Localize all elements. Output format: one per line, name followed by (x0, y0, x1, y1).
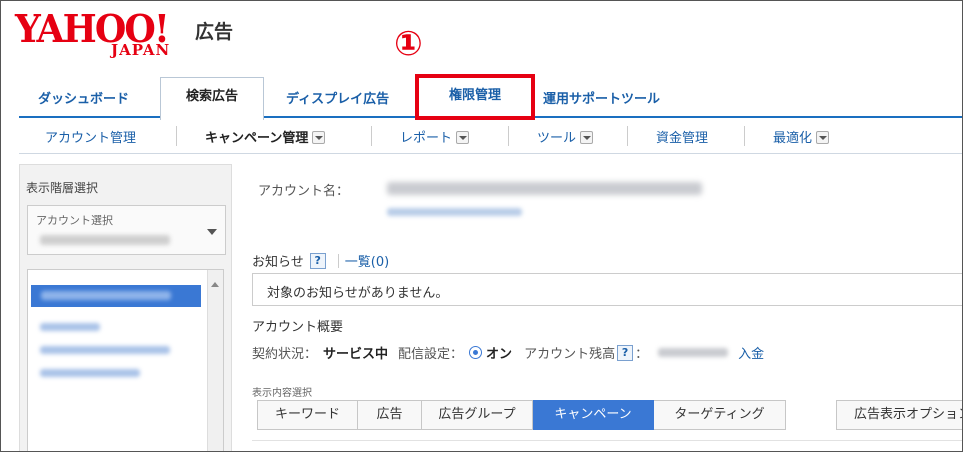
chevron-down-icon (312, 131, 326, 144)
campaign-tree (27, 269, 224, 451)
logo-ad-text: 広告 (195, 21, 234, 43)
hierarchy-panel-title: 表示階層選択 (26, 181, 99, 195)
tab-dashboard[interactable]: ダッシュボード (38, 83, 129, 118)
app-window: YAHOO! JAPAN 広告 ① ダッシュボード 検索広告 ディスプレイ広告 … (0, 0, 963, 452)
delivery-setting-value: オン (486, 347, 513, 362)
account-balance-label: アカウント残高 (524, 347, 616, 362)
subnav-account-management[interactable]: アカウント管理 (45, 127, 136, 146)
display-tab-ad-extensions[interactable]: 広告表示オプション (836, 400, 962, 430)
subnav-campaign-management[interactable]: キャンペーン管理 (205, 127, 326, 146)
subnav-tools[interactable]: ツール (537, 127, 594, 146)
balance-colon: ： (635, 347, 649, 362)
subnav-label: アカウント管理 (45, 131, 137, 146)
account-select-label: アカウント選択 (36, 214, 113, 227)
tab-display-ads[interactable]: ディスプレイ広告 (286, 83, 389, 118)
annotation-marker: ① (394, 24, 423, 64)
chevron-down-icon (816, 131, 830, 144)
subnav-fund-management[interactable]: 資金管理 (656, 127, 708, 146)
account-status-row: 契約状況： サービス中 配信設定： オン アカウント残高 ? ： 入金 (252, 343, 764, 362)
account-settings-link-redacted[interactable] (387, 208, 522, 216)
deposit-link[interactable]: 入金 (738, 343, 764, 362)
subnav-optimization[interactable]: 最適化 (773, 127, 830, 146)
divider (744, 126, 745, 146)
help-icon[interactable]: ? (309, 252, 326, 269)
yahoo-japan-logo: YAHOO! JAPAN (15, 9, 191, 63)
divider (627, 126, 628, 146)
main-tabs: ダッシュボード 検索広告 ディスプレイ広告 権限管理 運用サポートツール (19, 73, 962, 120)
delivery-on-radio[interactable] (469, 346, 483, 359)
divider (252, 440, 962, 441)
tab-search-ads[interactable]: 検索広告 (160, 77, 264, 120)
display-tab-keyword[interactable]: キーワード (257, 400, 358, 430)
notice-list-link[interactable]: 一覧(0) (345, 251, 389, 270)
display-tab-ads[interactable]: 広告 (358, 400, 422, 430)
tab-permission-management[interactable]: 権限管理 (415, 74, 535, 120)
sub-nav: アカウント管理 キャンペーン管理 レポート ツール 資金管理 最適化 (19, 118, 962, 154)
notice-header: お知らせ ? 一覧(0) (252, 251, 389, 270)
tree-item-selected[interactable] (31, 285, 201, 307)
subnav-label: 最適化 (773, 131, 813, 146)
tree-item[interactable] (40, 369, 140, 377)
chevron-down-icon (580, 131, 594, 144)
subnav-label: ツール (537, 131, 577, 146)
tree-item[interactable] (40, 346, 170, 354)
display-content-select-label: 表示内容選択 (252, 388, 312, 399)
subnav-label: レポート (400, 131, 453, 146)
yahoo-ads-logo[interactable]: YAHOO! JAPAN 広告 (15, 9, 233, 63)
divider (371, 126, 372, 146)
tree-item[interactable] (40, 323, 100, 331)
divider (337, 253, 339, 268)
contract-status-value: サービス中 (323, 347, 389, 362)
display-tab-targeting[interactable]: ターゲティング (654, 400, 786, 430)
hierarchy-panel: 表示階層選択 アカウント選択 (19, 164, 232, 451)
redacted-text (41, 291, 171, 300)
display-content-tabs: キーワード 広告 広告グループ キャンペーン ターゲティング (257, 400, 786, 430)
account-name-label: アカウント名： (258, 184, 350, 199)
account-balance-redacted (658, 348, 729, 357)
notice-label: お知らせ (252, 255, 304, 270)
tree-scrollbar[interactable] (207, 270, 223, 451)
notice-message: 対象のお知らせがありません。 (267, 286, 449, 301)
contract-status-label: 契約状況： (252, 347, 318, 362)
account-select-value-redacted (40, 235, 170, 245)
divider (508, 126, 509, 146)
account-select[interactable]: アカウント選択 (27, 205, 226, 255)
subnav-report[interactable]: レポート (400, 127, 470, 146)
account-name-redacted (387, 182, 702, 195)
chevron-down-icon (456, 131, 470, 144)
logo-japan-text: JAPAN (111, 41, 171, 59)
display-tab-ad-group[interactable]: 広告グループ (422, 400, 533, 430)
help-icon[interactable]: ? (617, 344, 634, 361)
notice-box: 対象のお知らせがありません。 (252, 273, 962, 306)
display-tab-campaign[interactable]: キャンペーン (533, 400, 654, 430)
divider (176, 126, 177, 146)
account-overview-title: アカウント概要 (252, 320, 344, 335)
delivery-setting-label: 配信設定： (398, 347, 464, 362)
scroll-up-icon[interactable] (211, 282, 219, 287)
tab-operation-support-tools[interactable]: 運用サポートツール (543, 83, 660, 118)
subnav-label: 資金管理 (656, 131, 709, 146)
subnav-label: キャンペーン管理 (205, 131, 309, 146)
chevron-down-icon (207, 229, 217, 235)
